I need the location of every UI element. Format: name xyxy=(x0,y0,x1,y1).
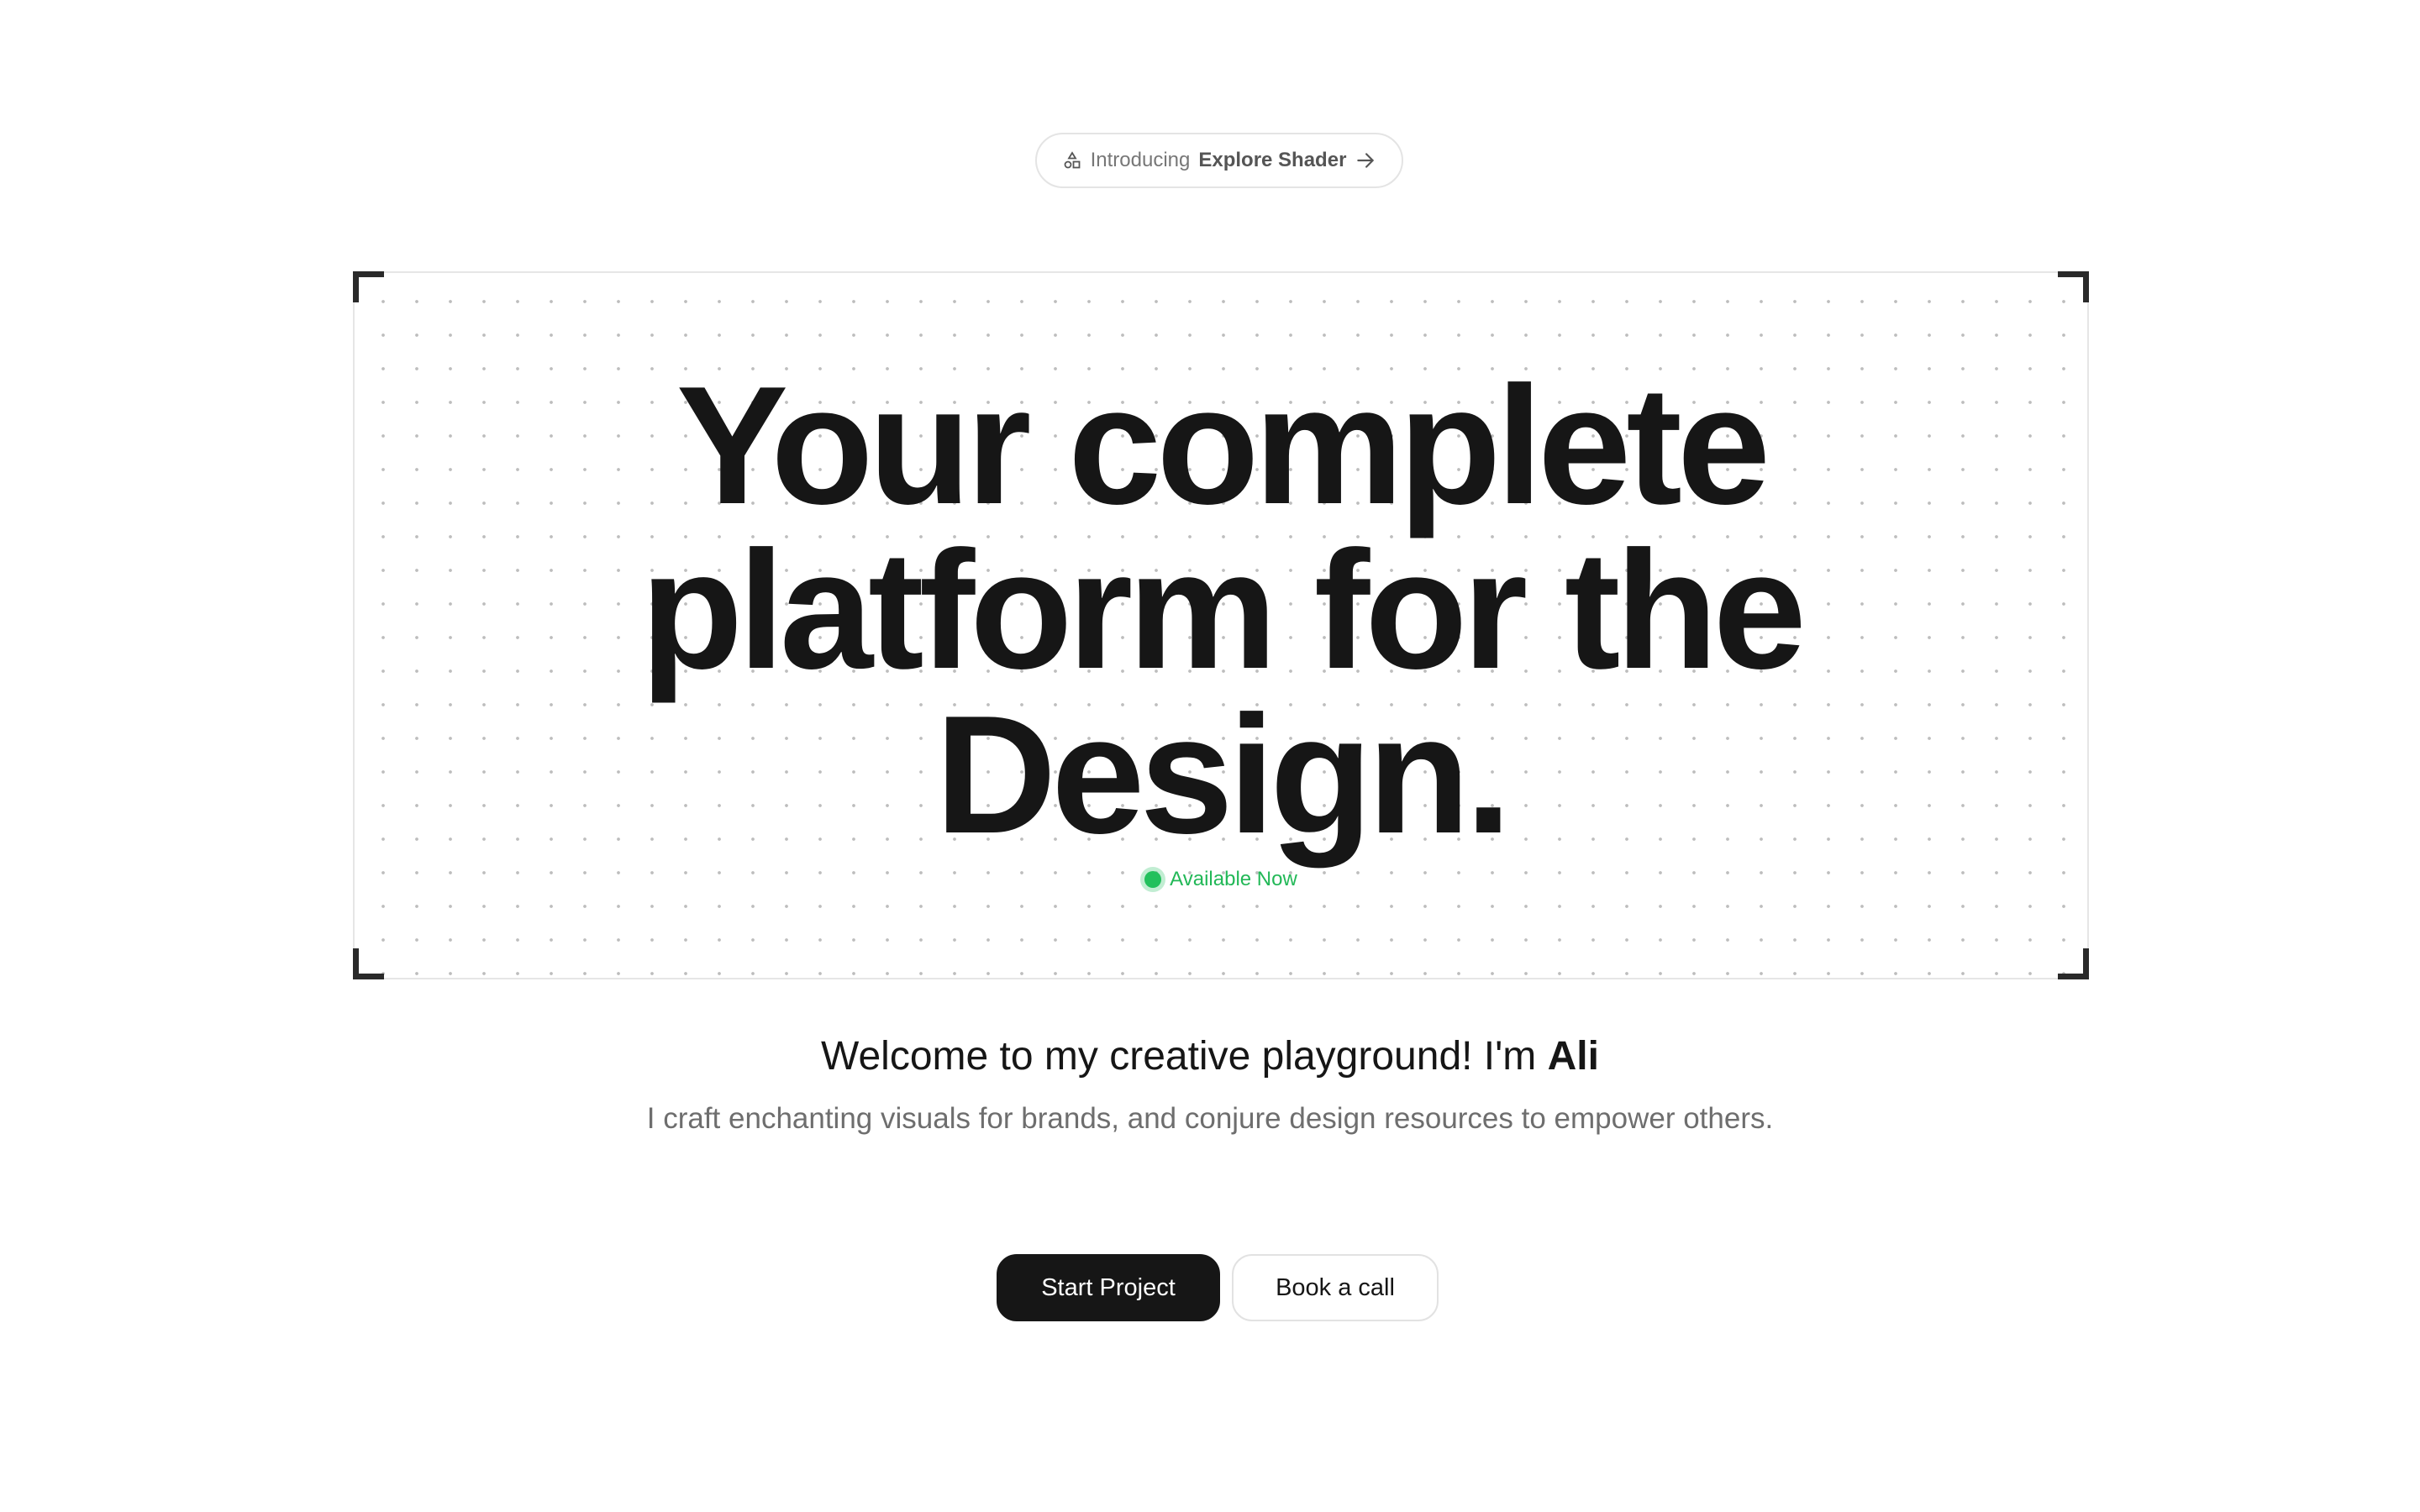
announcement-pill[interactable]: Introducing Explore Shader xyxy=(1035,133,1403,188)
announcement-prefix: Introducing xyxy=(1090,149,1191,171)
welcome-heading: Welcome to my creative playground! I'm A… xyxy=(0,1032,2420,1082)
start-project-button[interactable]: Start Project xyxy=(997,1254,1220,1321)
hero-headline: Your complete platform for the Design. xyxy=(355,352,2087,869)
book-call-button[interactable]: Book a call xyxy=(1232,1254,1439,1321)
status-dot-icon xyxy=(1144,871,1162,888)
headline-line-2: platform for the xyxy=(640,517,1807,704)
corner-bracket-bottom-left xyxy=(353,948,384,979)
availability-status: Available Now xyxy=(355,868,2087,891)
welcome-subtitle: I craft enchanting visuals for brands, a… xyxy=(646,1102,1774,1135)
status-label: Available Now xyxy=(1170,868,1297,890)
hero-frame: Your complete platform for the Design. A… xyxy=(353,271,2089,979)
headline-line-3: Design. xyxy=(934,681,1512,869)
headline-line-1: Your complete xyxy=(676,352,1770,539)
corner-bracket-bottom-right xyxy=(2058,948,2089,979)
corner-bracket-top-left xyxy=(353,271,384,302)
arrow-right-icon xyxy=(1357,153,1375,168)
announcement-highlight: Explore Shader xyxy=(1198,149,1347,171)
landing-page: Introducing Explore Shader Your complete… xyxy=(0,0,2420,1512)
corner-bracket-top-right xyxy=(2058,271,2089,302)
shapes-icon xyxy=(1064,151,1080,169)
author-name: Ali xyxy=(1547,1034,1599,1079)
welcome-text: Welcome to my creative playground! I'm xyxy=(821,1034,1548,1079)
